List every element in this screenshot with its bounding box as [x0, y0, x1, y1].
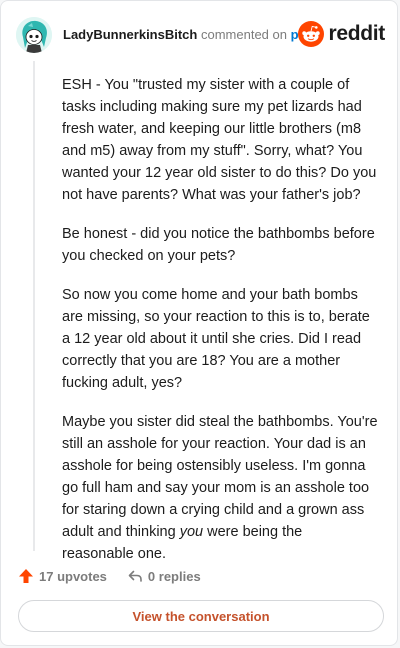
snoo-avatar-icon	[16, 17, 52, 53]
reply-arrow-icon	[128, 570, 142, 582]
upvote-count: 17 upvotes	[39, 568, 107, 584]
emphasis-text: you	[179, 524, 204, 540]
replies-count: 0 replies	[147, 568, 201, 584]
user-avatar[interactable]	[16, 17, 52, 53]
embedded-comment-card: LadyBunnerkinsBitch commented on post re…	[0, 0, 398, 646]
reddit-alien-icon	[298, 21, 325, 47]
comment-paragraph: So now you come home and your bath bombs…	[62, 287, 370, 391]
upvote-arrow-icon	[19, 569, 33, 583]
commented-on-text: commented on	[200, 27, 287, 42]
comment-header: LadyBunnerkinsBitch commented on post re…	[16, 13, 385, 55]
comment-paragraph: Be honest - did you notice the bathbombs…	[62, 226, 375, 264]
comment-attribution: LadyBunnerkinsBitch commented on post	[63, 27, 318, 42]
thread-line	[33, 61, 35, 551]
replies-button[interactable]: 0 replies	[127, 568, 201, 584]
comment-paragraph: Maybe you sister did steal the bathbombs…	[62, 411, 378, 565]
comment-paragraph: ESH - You "trusted my sister with a coup…	[62, 77, 377, 203]
upvote-button[interactable]: 17 upvotes	[18, 568, 107, 584]
view-conversation-button[interactable]: View the conversation	[18, 600, 384, 632]
paragraph-text: Maybe you sister did steal the bathbombs…	[62, 414, 378, 540]
comment-actions: 17 upvotes 0 replies	[18, 566, 221, 586]
comment-body: ESH - You "trusted my sister with a coup…	[62, 74, 378, 582]
reddit-wordmark: reddit	[328, 22, 385, 45]
reddit-logo[interactable]: reddit	[298, 19, 385, 49]
username-link[interactable]: LadyBunnerkinsBitch	[63, 27, 197, 42]
